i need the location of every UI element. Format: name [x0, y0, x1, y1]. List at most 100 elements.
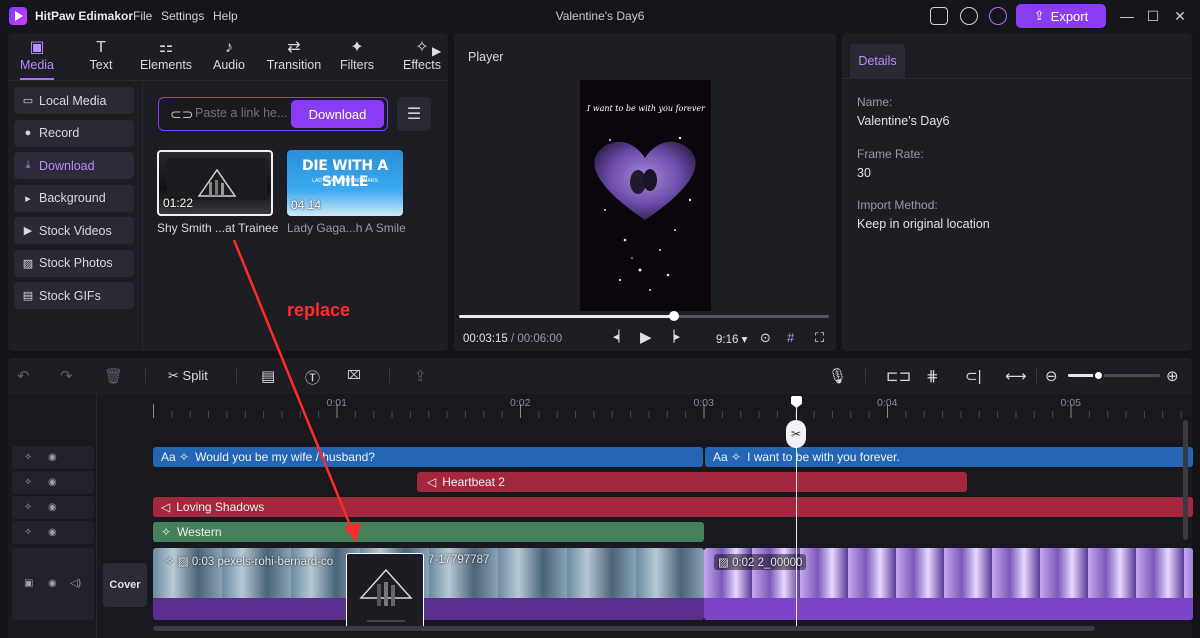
- sidebar-item-label: Stock Videos: [39, 223, 112, 238]
- magic-icon[interactable]: ✧: [24, 471, 32, 494]
- next-frame-icon[interactable]: ▕▸: [666, 330, 680, 343]
- thumb-2-cover-sub: LADY GAGA, BRUNO MARS: [312, 178, 378, 184]
- media-thumb-1[interactable]: 01:22: [157, 150, 273, 216]
- close-button[interactable]: ✕: [1172, 8, 1188, 24]
- split-at-playhead-button[interactable]: ✂: [786, 420, 806, 448]
- prev-frame-icon[interactable]: ◂▏: [613, 330, 627, 343]
- minimize-button[interactable]: —: [1119, 8, 1135, 24]
- undo-icon[interactable]: ↶: [17, 367, 30, 385]
- play-icon[interactable]: ▶: [640, 328, 652, 346]
- ai-tool-icon[interactable]: ⌧: [347, 368, 361, 382]
- scissors-icon: ✂: [168, 368, 179, 383]
- snap-icon[interactable]: ⋕: [926, 367, 939, 385]
- detail-framerate-value: 30: [857, 166, 871, 180]
- replace-annotation: replace: [287, 300, 351, 320]
- vertical-scrollbar[interactable]: [1183, 420, 1188, 540]
- details-panel: [842, 33, 1192, 351]
- menu-settings[interactable]: Settings: [161, 9, 204, 23]
- snapshot-icon[interactable]: ⊙: [760, 330, 771, 346]
- thumb-2-duration: 04:14: [291, 198, 322, 212]
- video-clip[interactable]: ▨ 0:02 2_00000: [704, 548, 1193, 620]
- zoom-out-icon[interactable]: ⊖: [1045, 367, 1058, 385]
- delete-icon[interactable]: 🗑: [104, 367, 123, 385]
- time-ruler[interactable]: [153, 404, 1183, 418]
- cover-button[interactable]: Cover: [103, 563, 147, 607]
- aspect-ratio-select[interactable]: 9:16 ▾: [716, 332, 747, 346]
- zoom-in-icon[interactable]: ⊕: [1166, 367, 1179, 385]
- tabs-scroll-right-icon[interactable]: ▶: [432, 44, 441, 58]
- redo-icon[interactable]: ↷: [60, 367, 73, 385]
- link-clips-icon[interactable]: ⊏⊐: [886, 367, 911, 385]
- eye-icon[interactable]: ◉: [48, 521, 57, 544]
- sidebar-item-stock-gifs[interactable]: ▤ Stock GIFs: [14, 282, 134, 309]
- tab-label: Media: [19, 58, 55, 72]
- tab-filters[interactable]: ✦ Filters: [334, 38, 380, 78]
- tab-media[interactable]: ▣ Media: [14, 38, 60, 78]
- eye-icon[interactable]: ◉: [48, 471, 57, 494]
- tab-text[interactable]: T Text: [82, 38, 120, 78]
- track-controls-audio-fx: ✧ ◉: [12, 471, 94, 494]
- sidebar-item-download[interactable]: ⤓ Download: [14, 152, 134, 179]
- fit-timeline-icon[interactable]: ⟷: [1005, 367, 1027, 385]
- export-button[interactable]: ⇪ Export: [1016, 4, 1106, 28]
- tab-elements[interactable]: ⚏ Elements: [137, 38, 195, 78]
- chat-icon[interactable]: [930, 7, 948, 25]
- magic-icon[interactable]: ✧: [24, 521, 32, 544]
- sidebar-item-record[interactable]: ● Record: [14, 119, 134, 147]
- audio-clip-label: Heartbeat 2: [442, 475, 505, 489]
- eye-icon[interactable]: ◉: [48, 446, 57, 469]
- media-thumb-2[interactable]: DIE WITH A SMILE LADY GAGA, BRUNO MARS 0…: [287, 150, 403, 216]
- effect-clip[interactable]: ✧ Western: [153, 522, 704, 542]
- progress-knob[interactable]: [668, 311, 679, 321]
- sidebar-item-stock-photos[interactable]: ▨ Stock Photos: [14, 249, 134, 277]
- split-audio-icon[interactable]: ⊂|: [965, 367, 981, 385]
- grid-icon[interactable]: #: [787, 330, 794, 345]
- maximize-button[interactable]: ☐: [1145, 8, 1161, 24]
- speaker-icon[interactable]: ◁): [70, 572, 81, 595]
- video-clip[interactable]: ✧ ▨ 0:03 pexels-rohi-bernard-co 7-177977…: [153, 548, 704, 620]
- gif-icon: ▤: [22, 290, 34, 302]
- sort-icon: ☰: [406, 106, 422, 123]
- horizontal-scrollbar[interactable]: [153, 626, 1095, 631]
- tab-details[interactable]: Details: [850, 44, 905, 78]
- download-button[interactable]: Download: [291, 100, 384, 128]
- sort-button[interactable]: ☰: [397, 97, 431, 131]
- audio-clip[interactable]: ◁ Heartbeat 2: [417, 472, 967, 492]
- user-icon[interactable]: [989, 7, 1007, 25]
- film-icon[interactable]: ▣: [24, 572, 33, 595]
- sidebar-item-background[interactable]: ▸ Background: [14, 184, 134, 212]
- tab-transition[interactable]: ⇄ Transition: [262, 38, 326, 78]
- export-clip-icon[interactable]: ⇪: [414, 367, 427, 385]
- music-clip[interactable]: ◁ Loving Shadows: [153, 497, 1193, 517]
- effect-icon: ✧: [161, 525, 172, 539]
- effect-clip-label: Western: [177, 525, 222, 539]
- dragged-thumb-art: [347, 554, 423, 630]
- magic-icon[interactable]: ✧: [24, 446, 32, 469]
- sidebar-item-stock-videos[interactable]: ▶ Stock Videos: [14, 217, 134, 244]
- menu-help[interactable]: Help: [213, 9, 238, 23]
- magic-icon[interactable]: ✧: [24, 496, 32, 519]
- add-text-icon[interactable]: Ⓣ: [305, 367, 320, 388]
- eye-icon[interactable]: ◉: [48, 572, 57, 595]
- dragged-media-thumb[interactable]: [346, 553, 424, 631]
- text-clip[interactable]: Aa ✧ I want to be with you forever.: [705, 447, 1193, 467]
- tab-audio[interactable]: ♪ Audio: [206, 38, 252, 78]
- fullscreen-icon[interactable]: ⛶: [815, 330, 824, 346]
- sidebar-item-local-media[interactable]: ▭ Local Media: [14, 87, 134, 114]
- download-icon[interactable]: [960, 7, 978, 25]
- split-button[interactable]: ✂ Split: [168, 368, 208, 384]
- text-clip-icon: Aa ✧: [713, 450, 742, 464]
- paste-link-input[interactable]: [195, 106, 287, 120]
- menu-file[interactable]: File: [133, 9, 152, 23]
- folder-icon: ▭: [22, 95, 34, 107]
- split-label: Split: [182, 368, 208, 383]
- eye-icon[interactable]: ◉: [48, 496, 57, 519]
- subtitle-icon[interactable]: ▤: [261, 367, 275, 385]
- media-icon: ▣: [29, 39, 45, 56]
- play-small-icon: ▸: [25, 192, 31, 205]
- download-icon: ⤓: [25, 159, 31, 171]
- toolbar-divider: [865, 367, 866, 383]
- microphone-icon[interactable]: 🎙: [828, 367, 847, 385]
- time-readout: 00:03:15 / 00:06:00: [463, 333, 562, 345]
- text-clip[interactable]: Aa ✧ Would you be my wife / husband?: [153, 447, 703, 467]
